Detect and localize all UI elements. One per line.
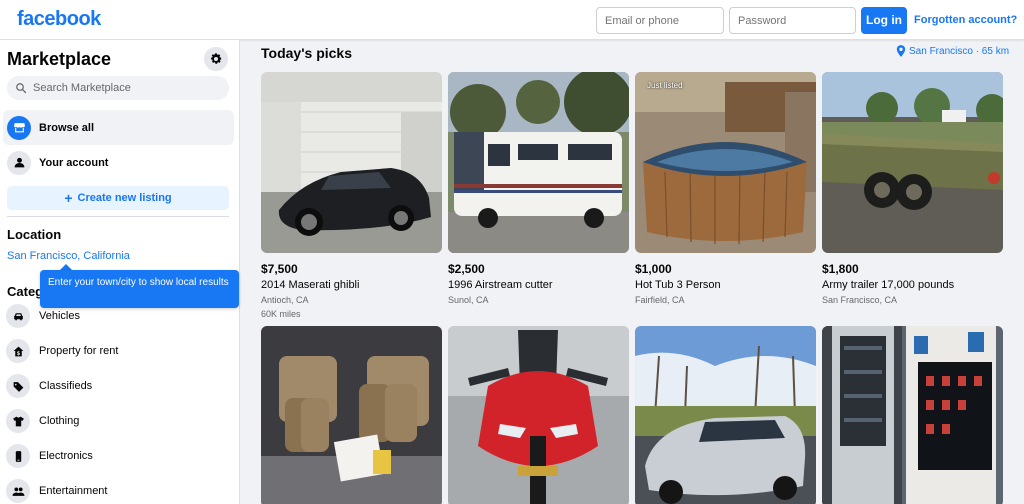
listing-location: San Francisco, CA [822,295,898,305]
location-tooltip: Enter your town/city to show local resul… [40,270,239,308]
storefront-icon [7,115,31,140]
listing-title: 1996 Airstream cutter [448,279,553,291]
login-button[interactable]: Log in [861,7,907,34]
search-icon [16,83,27,94]
listing-photo-vending-machine[interactable] [822,326,1003,504]
listing-photo-hot-tub[interactable]: Just listed [635,72,816,253]
just-listed-badge: Just listed [647,81,683,90]
category-label: Entertainment [39,485,108,497]
location-pin-icon [896,45,906,57]
listing-title: Army trailer 17,000 pounds [822,279,955,291]
listing-photo-airstream[interactable] [448,72,629,253]
settings-button[interactable] [204,47,228,71]
car-icon [6,304,30,328]
listing-card[interactable]: $1,800 Army trailer 17,000 pounds San Fr… [822,72,1003,305]
person-icon [7,150,31,175]
listing-price: $1,800 [822,262,859,276]
sidebar-item-label: Your account [39,156,109,169]
category-label: Classifieds [39,380,93,392]
listing-location: Sunol, CA [448,295,489,305]
listing-photo-maserati[interactable] [261,72,442,253]
listing-card[interactable]: $7,500 2014 Maserati ghibli Antioch, CA … [261,72,442,319]
divider [7,216,229,217]
listing-card[interactable]: $2,500 1996 Airstream cutter Sunol, CA [448,72,629,305]
sidebar-item-your-account[interactable]: Your account [3,145,234,180]
sidebar-title: Marketplace [7,49,112,69]
listing-card[interactable] [448,326,629,504]
listing-location: Fairfield, CA [635,295,685,305]
location-filter-button[interactable]: San Francisco · 65 km [896,45,1009,57]
listing-title: 2014 Maserati ghibli [261,279,360,291]
sidebar-item-label: Browse all [39,121,95,134]
email-field[interactable] [596,7,724,34]
house-dollar-icon: $ [6,339,30,363]
create-listing-label: Create new listing [77,192,172,204]
sidebar-item-browse-all[interactable]: Browse all [3,110,234,145]
listing-price: $7,500 [261,262,298,276]
plus-icon: + [64,190,73,206]
listing-mileage: 60K miles [261,309,301,319]
category-property-for-rent[interactable]: $ Property for rent [6,338,118,364]
people-icon [6,479,30,503]
location-link[interactable]: San Francisco, California [7,250,130,262]
listing-location: Antioch, CA [261,295,309,305]
category-label: Clothing [39,415,80,427]
category-label: Property for rent [39,345,119,357]
location-heading: Location [7,227,62,242]
create-new-listing-button[interactable]: + Create new listing [7,186,229,210]
listing-title: Hot Tub 3 Person [635,279,721,291]
category-classifieds[interactable]: Classifieds [6,373,92,399]
phone-icon [6,444,30,468]
listing-card[interactable] [822,326,1003,504]
listing-card[interactable]: Just listed $1,000 Hot Tub 3 Person Fair… [635,72,816,305]
listing-price: $1,000 [635,262,672,276]
search-input[interactable]: Search Marketplace [33,82,131,94]
shirt-icon [6,409,30,433]
listing-photo-army-trailer[interactable] [822,72,1003,253]
listing-price: $2,500 [448,262,485,276]
listing-card[interactable] [261,326,442,504]
category-label: Vehicles [39,310,80,322]
page-title: Today's picks [261,45,352,61]
category-clothing[interactable]: Clothing [6,408,79,434]
category-electronics[interactable]: Electronics [6,443,93,469]
gear-icon [211,53,222,64]
location-chip-label: San Francisco · 65 km [909,45,1010,57]
tag-icon [6,374,30,398]
forgotten-account-link[interactable]: Forgotten account? [914,14,1017,26]
listing-card[interactable] [635,326,816,504]
top-navigation-bar: facebook Log in Forgotten account? [0,0,1024,40]
listing-photo-binoculars[interactable] [261,326,442,504]
listing-photo-motorcycle[interactable] [448,326,629,504]
password-field[interactable] [729,7,856,34]
category-label: Electronics [39,450,93,462]
listing-photo-silver-coupe[interactable] [635,326,816,504]
marketplace-search[interactable]: Search Marketplace [7,76,229,100]
facebook-logo[interactable]: facebook [17,8,101,31]
category-entertainment[interactable]: Entertainment [6,478,107,504]
